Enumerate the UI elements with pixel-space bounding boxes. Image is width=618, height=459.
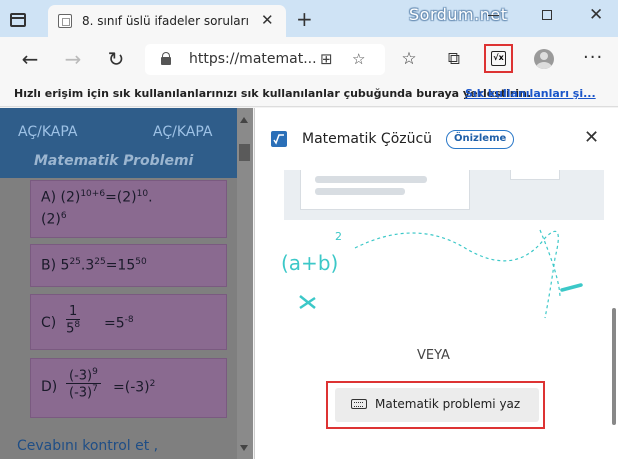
option-b-mid1: .3: [80, 257, 95, 274]
toggle-right-link[interactable]: AÇ/KAPA: [153, 124, 212, 140]
illustration-equation: (a+b): [281, 251, 338, 275]
more-options-icon[interactable]: ···: [583, 47, 603, 68]
option-c-rhs-exp: -8: [124, 315, 134, 325]
page-header: AÇ/KAPA AÇ/KAPA Matematik Problemi: [0, 108, 237, 178]
option-a-line2-text: (2): [41, 211, 61, 228]
lock-icon[interactable]: [161, 52, 171, 65]
option-d-num-base: (-3): [69, 368, 93, 384]
collections-icon[interactable]: ⧉: [442, 47, 466, 71]
option-a-exp2: 10: [136, 189, 149, 199]
web-page-content: AÇ/KAPA AÇ/KAPA Matematik Problemi A) (2…: [0, 108, 237, 459]
option-c-denominator: 58: [66, 320, 80, 336]
option-d-rhs-exp: 2: [149, 379, 156, 389]
type-problem-label: Matematik problemi yaz: [375, 397, 521, 411]
keyboard-icon: [351, 399, 367, 409]
scroll-down-icon[interactable]: [240, 445, 248, 451]
option-d-rhs: =(-3)2: [113, 379, 155, 396]
profile-avatar[interactable]: [534, 49, 554, 69]
option-a-line1: A) (2)10+6=(2)10.: [41, 189, 153, 206]
option-c-label: C): [41, 315, 57, 331]
toggle-left-link[interactable]: AÇ/KAPA: [18, 124, 77, 140]
option-b-exp1: 25: [69, 257, 81, 267]
option-b[interactable]: B) 525.325=1550: [30, 244, 227, 287]
window-close-icon[interactable]: ✕: [589, 5, 603, 25]
illustration-exponent: 2: [335, 230, 342, 243]
minimize-icon[interactable]: [488, 15, 499, 16]
option-c-numerator: 1: [66, 304, 81, 320]
option-c-rhs-base: =5: [104, 315, 125, 332]
favorites-bar: Hızlı erişim için sık kullanılanlarınızı…: [0, 82, 618, 107]
back-arrow-icon[interactable]: ←: [15, 44, 45, 74]
option-c[interactable]: C) 1 58 =5-8: [30, 294, 227, 350]
forward-arrow-icon[interactable]: →: [58, 44, 88, 74]
page-favicon-icon: [58, 14, 72, 28]
option-b-exp3: 50: [135, 257, 147, 267]
new-tab-icon[interactable]: +: [296, 9, 313, 29]
favorites-prompt: Hızlı erişim için sık kullanılanlarınızı…: [14, 87, 531, 100]
option-d-fraction: (-3)9 (-3)7: [66, 367, 101, 401]
read-aloud-icon[interactable]: ⊞: [320, 50, 333, 68]
option-d[interactable]: D) (-3)9 (-3)7 =(-3)2: [30, 358, 227, 418]
panel-scrollbar[interactable]: [612, 308, 616, 425]
option-d-label: D): [41, 379, 58, 395]
page-scroll-thumb[interactable]: [239, 144, 250, 161]
address-bar[interactable]: https://matemat... ⊞ ☆: [145, 44, 385, 75]
option-a[interactable]: A) (2)10+6=(2)10. (2)6: [30, 180, 227, 238]
maximize-icon[interactable]: [542, 10, 552, 20]
option-c-rhs: =5-8: [104, 315, 134, 332]
option-b-exp2: 25: [94, 257, 106, 267]
tab-close-icon[interactable]: ✕: [261, 11, 274, 29]
option-b-text: B) 5: [41, 257, 70, 274]
browser-tab[interactable]: 8. sınıf üslü ifadeler soruları ✕: [48, 5, 286, 37]
option-c-fraction: 1 58: [66, 304, 81, 336]
manage-favorites-link[interactable]: Sık kullanılanları şi...: [465, 87, 596, 100]
add-favorite-icon[interactable]: ☆: [352, 50, 365, 68]
check-answer-link[interactable]: Cevabını kontrol et ,: [17, 438, 158, 454]
option-d-denominator: (-3)7: [66, 384, 101, 400]
equation-illustration: (a+b) 2: [281, 229, 583, 319]
tab-actions-icon[interactable]: [10, 13, 26, 27]
math-solver-panel: Matematik Çözücü Önizleme ✕ (a+b) 2 VEYA…: [254, 108, 618, 459]
option-b-line: B) 525.325=1550: [41, 257, 147, 274]
option-b-mid2: =15: [105, 257, 136, 274]
tab-title: 8. sınıf üslü ifadeler soruları: [82, 14, 249, 28]
option-d-den-exp: 7: [92, 384, 98, 395]
page-scrollbar[interactable]: [237, 108, 253, 459]
option-d-num-exp: 9: [92, 367, 98, 377]
favorites-icon[interactable]: ☆: [397, 47, 421, 71]
option-d-den-base: (-3): [69, 385, 93, 401]
option-d-rhs-base: =(-3): [113, 379, 150, 396]
browser-toolbar: ← → ↻ https://matemat... ⊞ ☆ ☆ ⧉ √x ···: [0, 37, 618, 82]
option-c-den-exp: 8: [74, 320, 81, 330]
option-a-dot: .: [148, 189, 153, 206]
url-text[interactable]: https://matemat...: [189, 51, 317, 67]
or-separator: VEYA: [417, 348, 450, 363]
option-a-text: A) (2): [41, 189, 81, 206]
title-bar: 8. sınıf üslü ifadeler soruları ✕ + Sord…: [0, 0, 618, 37]
refresh-icon[interactable]: ↻: [101, 44, 131, 74]
option-a-mid: =(2): [105, 189, 137, 206]
option-a-line2: (2)6: [41, 211, 67, 228]
option-d-numerator: (-3)9: [66, 367, 101, 385]
math-solver-icon[interactable]: √x: [484, 44, 513, 73]
option-a-exp1: 10+6: [80, 189, 106, 199]
type-problem-button[interactable]: Matematik problemi yaz: [335, 388, 539, 422]
math-solver-glyph-icon: √x: [491, 51, 506, 66]
scroll-up-icon[interactable]: [240, 117, 248, 123]
option-a-exp3: 6: [60, 211, 67, 221]
problem-heading: Matematik Problemi: [34, 153, 194, 169]
